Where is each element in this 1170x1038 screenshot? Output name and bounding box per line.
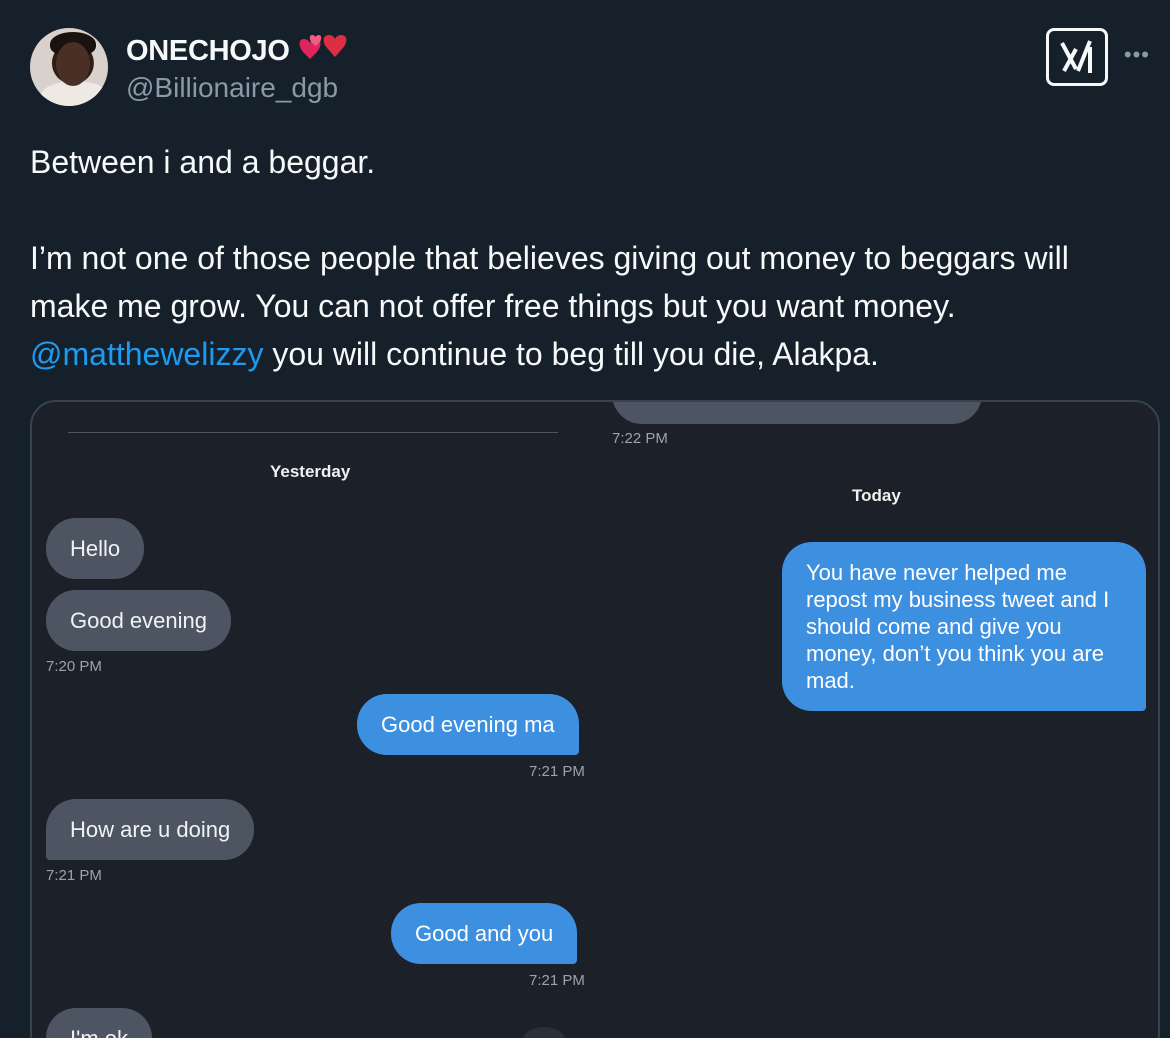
user-handle[interactable]: @Billionaire_dgb [126, 72, 338, 104]
message-time: 7:20 PM [46, 658, 102, 675]
tweet-text: Between i and a beggar. I’m not one of t… [30, 138, 1140, 378]
divider [68, 432, 558, 433]
message-time: 7:22 PM [612, 430, 668, 447]
message-bubble-out: Good and you [391, 903, 578, 964]
tweet-text-tail: you will continue to beg till you die, A… [263, 336, 879, 372]
message-bubble-in [612, 402, 982, 424]
tweet-text-para2: I’m not one of those people that believe… [30, 234, 1140, 378]
tweet-text-body: I’m not one of those people that believe… [30, 240, 1069, 324]
hearts-emoji-icon [294, 31, 352, 71]
message-bubble-out: You have never helped me repost my busin… [782, 542, 1146, 711]
message-bubble-in: Hello [46, 518, 145, 579]
message-time: 7:21 PM [529, 972, 585, 989]
message-bubble-out: Good evening ma [357, 694, 579, 755]
chat-screenshot-left: Yesterday Hello Good evening 7:20 PM Goo… [32, 402, 596, 1038]
media-image[interactable]: Yesterday Hello Good evening 7:20 PM Goo… [30, 400, 1160, 1038]
message-bubble-in: How are u doing [46, 799, 255, 860]
display-name-text[interactable]: ONECHOJO [126, 35, 290, 68]
grok-button[interactable] [1046, 28, 1108, 86]
more-icon[interactable]: ••• [1124, 42, 1150, 68]
scroll-indicator [522, 1027, 566, 1038]
chat-screenshot-right: 7:22 PM Today You have never helped me r… [598, 402, 1158, 1038]
tweet-header: ONECHOJO @Billionaire_dgb ••• [30, 28, 1150, 108]
mention-link[interactable]: @matthewelizzy [30, 336, 263, 372]
message-bubble-in: Good evening [46, 590, 231, 651]
message-bubble-in: I'm ok [46, 1008, 152, 1038]
message-time: 7:21 PM [46, 867, 102, 884]
tweet-text-line1: Between i and a beggar. [30, 144, 376, 180]
grok-icon [1060, 40, 1092, 73]
date-separator: Today [852, 486, 901, 505]
display-name[interactable]: ONECHOJO [126, 31, 352, 71]
date-separator: Yesterday [270, 462, 351, 481]
avatar[interactable] [30, 28, 108, 106]
message-time: 7:21 PM [529, 763, 585, 780]
